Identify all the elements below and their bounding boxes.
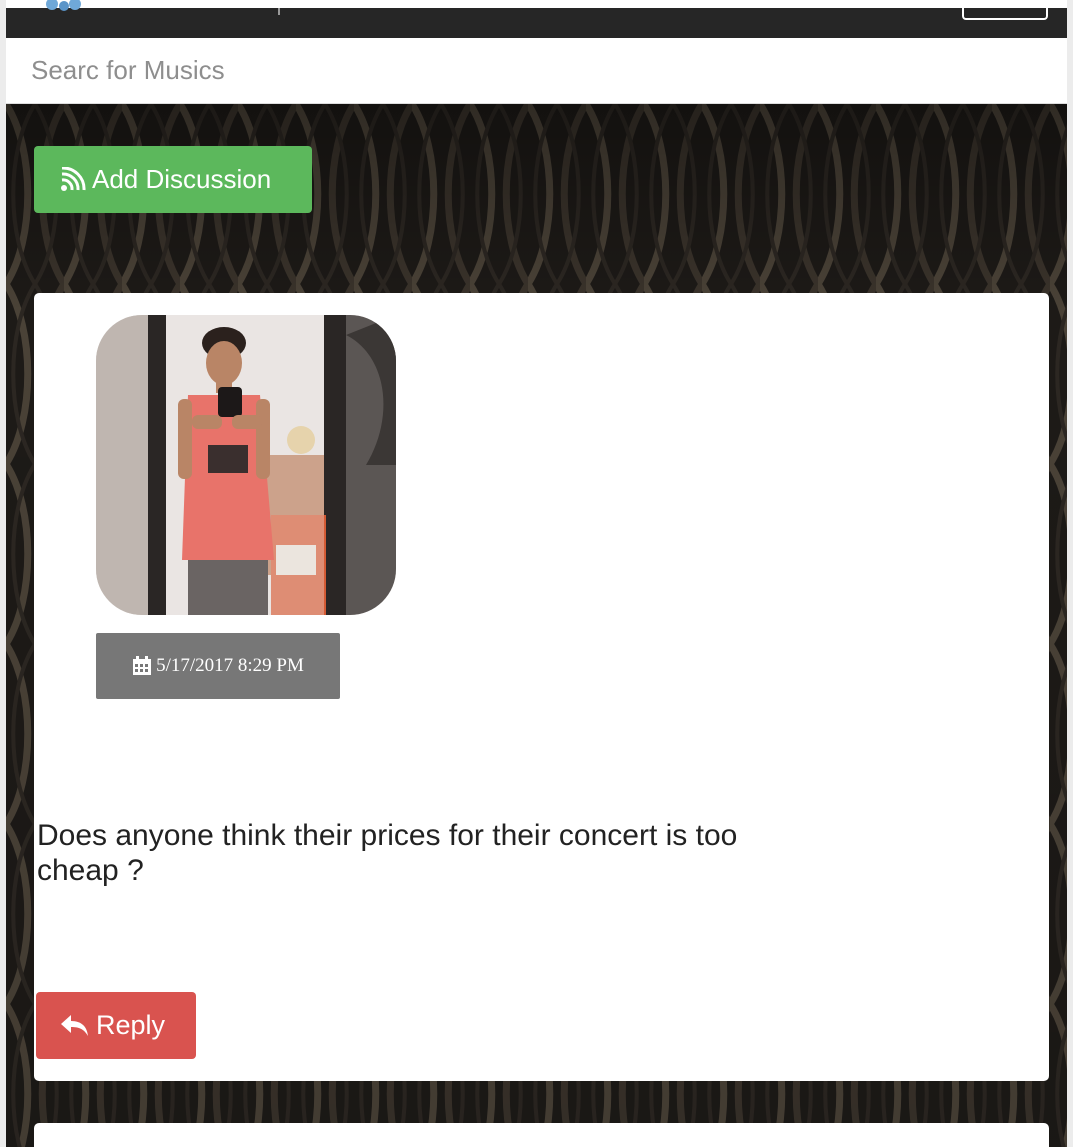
app-window: Add Discussion — [6, 0, 1067, 1147]
discussion-card: 5/17/2017 8:29 PM Does anyone think thei… — [34, 293, 1049, 1081]
menu-toggle-button[interactable] — [962, 0, 1048, 20]
reply-label: Reply — [96, 1010, 166, 1040]
add-discussion-button[interactable]: Add Discussion — [34, 146, 312, 213]
reply-arrow-icon — [61, 1014, 88, 1036]
top-navbar — [6, 0, 1067, 38]
signal-waves-icon — [61, 166, 86, 191]
nav-divider — [278, 8, 280, 15]
logo-icon[interactable] — [42, 0, 88, 14]
next-discussion-card — [34, 1123, 1049, 1147]
search-bar — [6, 38, 1067, 104]
add-discussion-label: Add Discussion — [92, 164, 272, 194]
post-text: Does anyone think their prices for their… — [37, 819, 738, 887]
post-date-badge: 5/17/2017 8:29 PM — [96, 633, 340, 699]
post-date: 5/17/2017 8:29 PM — [156, 655, 304, 676]
user-avatar[interactable] — [96, 315, 396, 615]
calendar-icon — [133, 656, 152, 675]
search-input[interactable] — [6, 38, 1067, 103]
reply-button[interactable]: Reply — [36, 992, 196, 1059]
